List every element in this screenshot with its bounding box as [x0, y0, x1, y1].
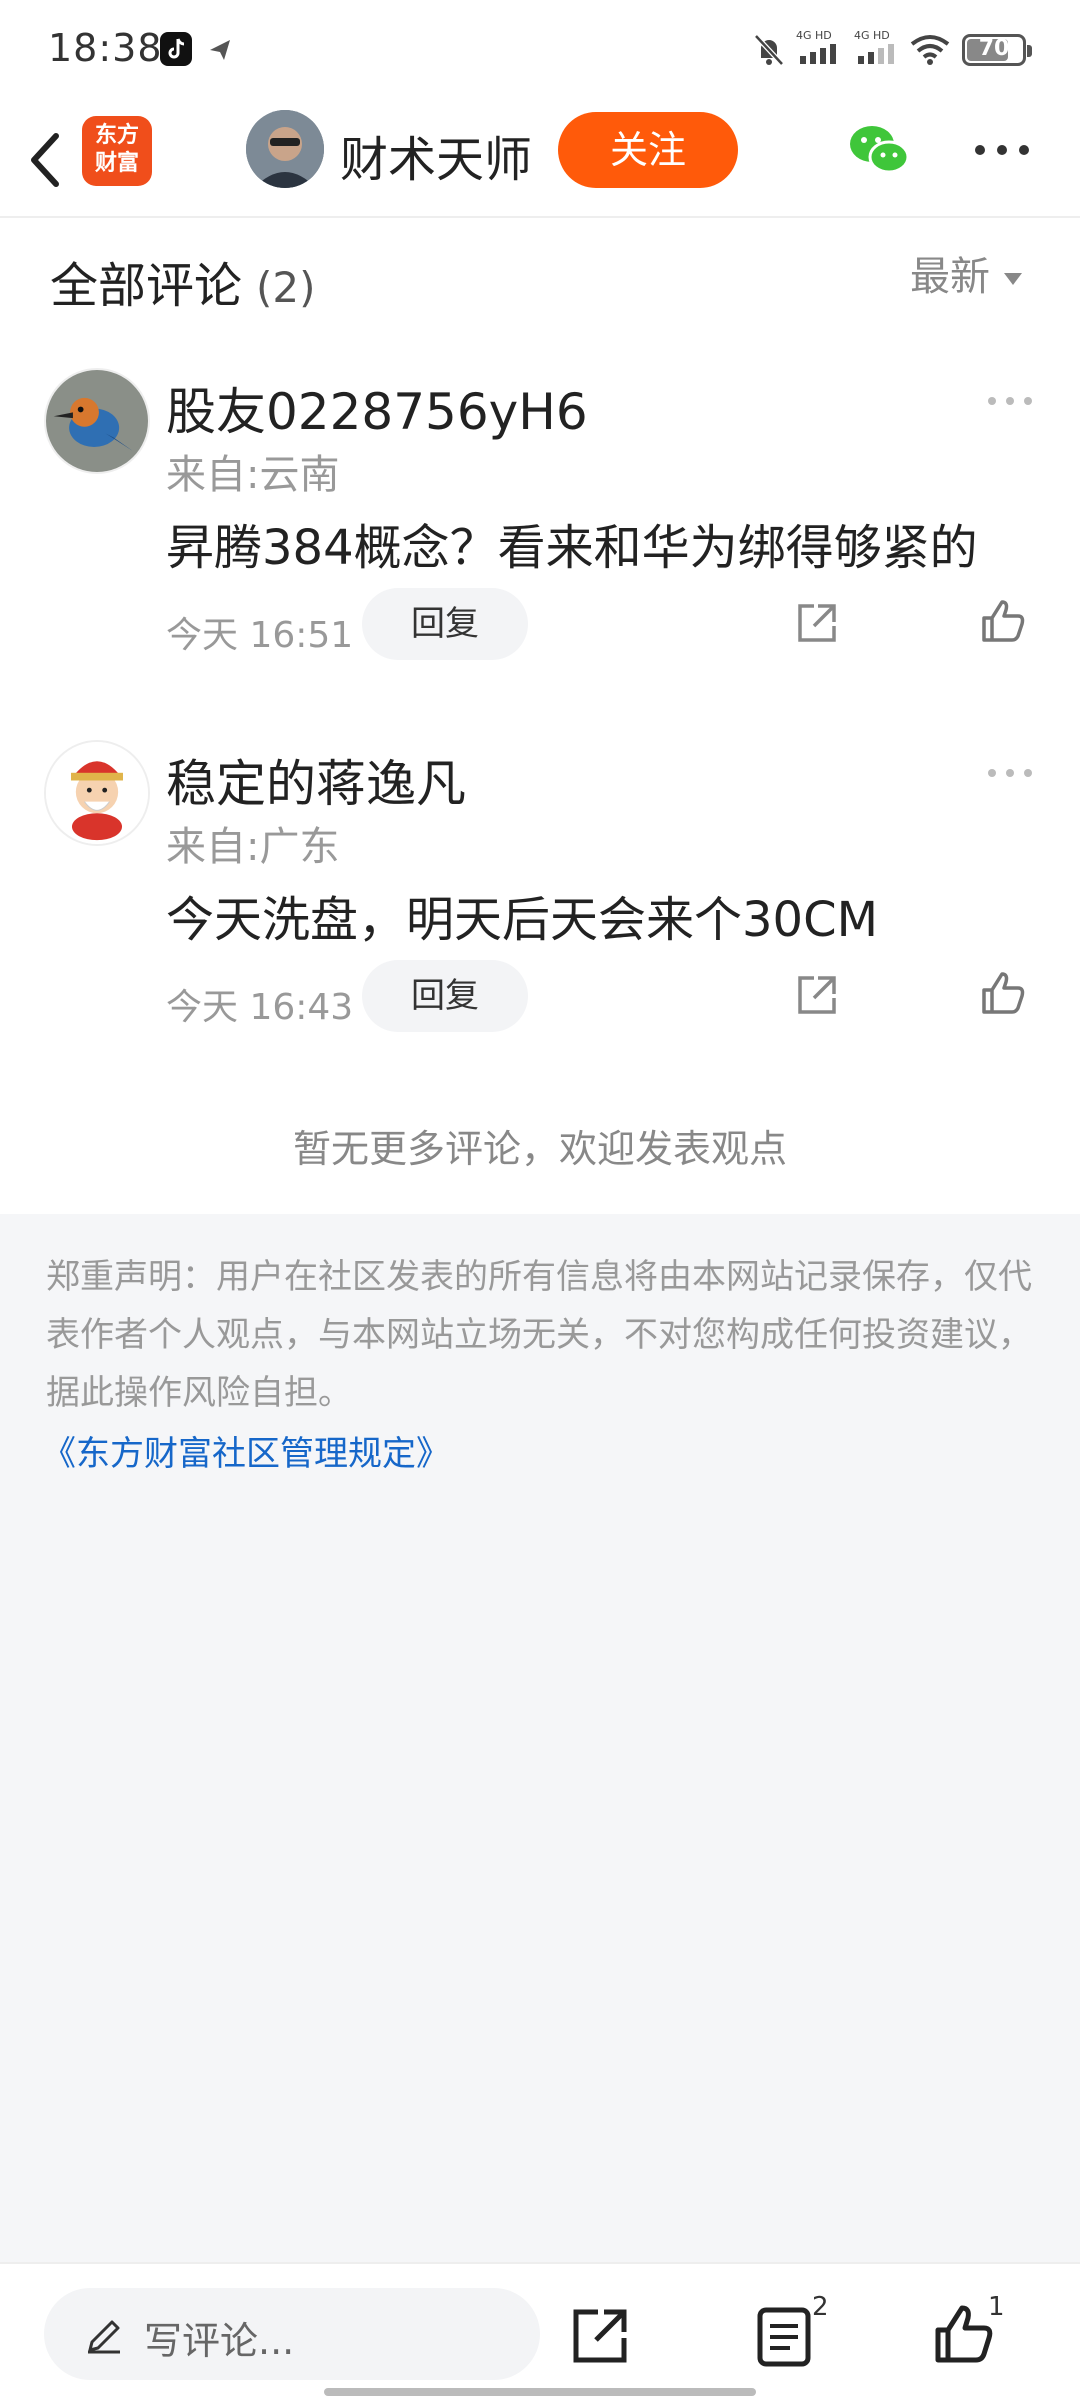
reply-button[interactable]: 回复	[362, 588, 528, 660]
comment-username[interactable]: 稳定的蒋逸凡	[166, 744, 466, 816]
comment-username[interactable]: 股友0228756yH6	[166, 372, 588, 444]
comment-item: 股友0228756yH6 来自:云南 昇腾384概念？看来和华为绑得够紧的 今天…	[0, 368, 1080, 738]
bottom-bar: 写评论... 2 1	[0, 2262, 1080, 2400]
share-icon[interactable]	[570, 2306, 632, 2366]
like-icon[interactable]	[978, 596, 1028, 646]
caret-down-icon	[1004, 273, 1022, 285]
app-logo[interactable]: 东方 财富	[82, 116, 152, 186]
tiktok-icon	[160, 32, 192, 66]
status-bar: 18:38 4G HD 4G HD 70	[0, 0, 1080, 100]
no-more-comments: 暂无更多评论，欢迎发表观点	[292, 1127, 787, 1171]
wechat-icon[interactable]	[848, 122, 910, 176]
comment-location: 来自:广东	[166, 824, 340, 870]
pencil-icon	[84, 2312, 124, 2354]
comment-input[interactable]: 写评论...	[44, 2288, 540, 2380]
user-avatar[interactable]	[44, 368, 150, 474]
app-logo-line2: 财富	[94, 151, 139, 176]
chevron-left-icon	[31, 133, 59, 187]
battery-icon: 70	[962, 34, 1032, 66]
comment-item: 稳定的蒋逸凡 来自:广东 今天洗盘，明天后天会来个30CM 今天 16:43 回…	[0, 740, 1080, 1110]
disclaimer-text: 郑重声明：用户在社区发表的所有信息将由本网站记录保存，仅代表作者个人观点，与本网…	[46, 1257, 1032, 1413]
like-icon[interactable]	[932, 2302, 994, 2366]
share-icon[interactable]	[794, 600, 840, 646]
send-icon	[206, 34, 234, 64]
author-avatar[interactable]	[246, 110, 324, 188]
like-count-badge: 1	[988, 2292, 1005, 2322]
signal-icon-2: 4G HD	[852, 28, 902, 68]
comment-more-icon[interactable]	[986, 766, 1034, 780]
battery-level: 70	[978, 36, 1010, 61]
share-icon[interactable]	[794, 972, 840, 1018]
community-rules-link[interactable]: 《东方财富社区管理规定》	[42, 1426, 450, 1475]
comment-count-badge: 2	[812, 2292, 829, 2322]
signal-icon: 4G HD	[794, 28, 844, 68]
comment-text[interactable]: 昇腾384概念？看来和华为绑得够紧的	[166, 508, 978, 578]
back-button[interactable]	[18, 122, 74, 198]
comments-count: (2)	[256, 263, 316, 312]
svg-text:4G HD: 4G HD	[854, 29, 890, 42]
home-indicator[interactable]	[324, 2388, 756, 2396]
user-avatar[interactable]	[44, 740, 150, 846]
svg-text:4G HD: 4G HD	[796, 29, 832, 42]
sort-dropdown[interactable]: 最新	[910, 244, 1022, 302]
comment-more-icon[interactable]	[986, 394, 1034, 408]
comment-time: 今天 16:51	[166, 615, 354, 656]
sort-label: 最新	[910, 254, 990, 300]
reply-button[interactable]: 回复	[362, 960, 528, 1032]
app-logo-line1: 东方	[94, 123, 139, 148]
top-nav: 东方 财富 财术天师 关注	[0, 100, 1080, 218]
comment-time: 今天 16:43	[166, 987, 354, 1028]
mute-bell-icon	[752, 32, 786, 68]
more-icon[interactable]	[972, 140, 1032, 160]
follow-button[interactable]: 关注	[558, 112, 738, 188]
comment-location: 来自:云南	[166, 452, 340, 498]
comment-list-icon[interactable]	[756, 2306, 812, 2368]
author-name[interactable]: 财术天师	[340, 120, 532, 190]
like-icon[interactable]	[978, 968, 1028, 1018]
wifi-icon	[910, 34, 950, 66]
comment-text[interactable]: 今天洗盘，明天后天会来个30CM	[166, 880, 878, 950]
comments-title: 全部评论 (2)	[50, 246, 316, 316]
comments-section: 全部评论 (2) 最新 股友0228756yH6 来自:云南 昇腾384概念？看来…	[0, 218, 1080, 1214]
status-time: 18:38	[48, 26, 163, 70]
comments-title-text: 全部评论	[50, 258, 243, 314]
comment-input-placeholder: 写评论...	[144, 2319, 295, 2363]
